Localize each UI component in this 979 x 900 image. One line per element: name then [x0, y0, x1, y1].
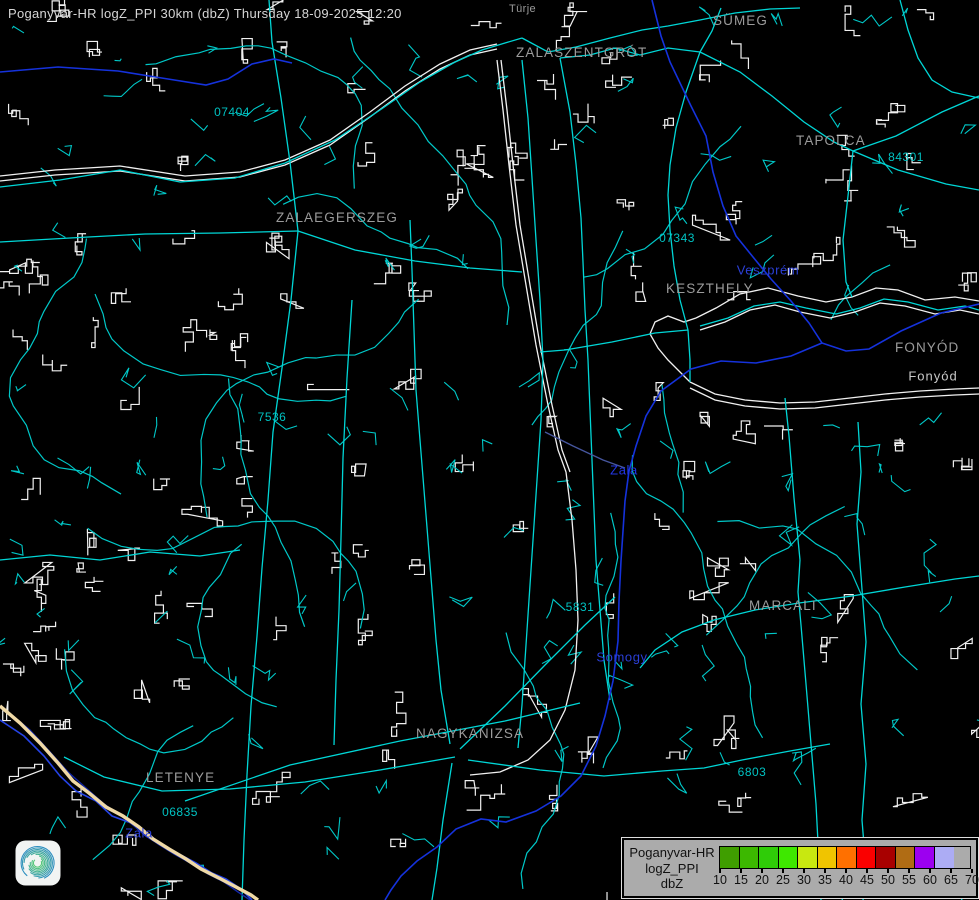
legend-color-scale: 10152025303540455055606570: [719, 846, 972, 891]
legend-panel: Poganyvar-HR logZ_PPI dbZ 10 15 20 25 30 35 40…: [622, 838, 978, 898]
legend-tick-label: 50: [881, 873, 895, 887]
road-label-6803: 6803: [738, 765, 767, 779]
city-label-tapolca: TAPOLCA: [796, 133, 866, 148]
city-label-letenye: LETENYE: [146, 770, 215, 785]
legend-line-unit: dbZ: [626, 876, 718, 892]
road-label-84301: 84301: [888, 150, 924, 164]
legend-swatch-65: [935, 847, 955, 868]
legend-swatch-50: [876, 847, 896, 868]
legend-tick-row: 10152025303540455055606570: [719, 869, 972, 891]
legend-swatch-55: [896, 847, 916, 868]
city-label-su-meg: SÜMEG: [713, 13, 768, 28]
legend-swatch-35: [818, 847, 838, 868]
legend-tick-label: 45: [860, 873, 874, 887]
legend-swatch-30: [798, 847, 818, 868]
city-label-marcali: MARCALI: [749, 598, 817, 613]
legend-tick-label: 20: [755, 873, 769, 887]
map-labels-layer: Türje ZALASZENTGRÓT SÜMEG TAPOLCA ZALAEGERSZ…: [0, 0, 979, 900]
legend-swatch-25: [779, 847, 799, 868]
city-label-zalaszentgro-t: ZALASZENTGRÓT: [516, 45, 647, 60]
legend-swatch-row: [719, 846, 971, 869]
legend-tick-label: 30: [797, 873, 811, 887]
road-label-07404: 07404: [214, 105, 250, 119]
legend-swatch-15: [740, 847, 760, 868]
legend-tick-label: 25: [776, 873, 790, 887]
legend-tick-label: 40: [839, 873, 853, 887]
legend-swatch-10: [720, 847, 740, 868]
road-label-7536: 7536: [258, 410, 287, 424]
legend-swatch-60: [915, 847, 935, 868]
legend-tick-label: 15: [734, 873, 748, 887]
city-label-fonyo-d: FONYÓD: [895, 340, 959, 355]
city-label-keszthely: KESZTHELY: [666, 281, 754, 296]
legend-line-product2: logZ_PPI: [626, 861, 718, 877]
city-label-zalaegerszeg: ZALAEGERSZEG: [276, 210, 398, 225]
county-label-veszpre-m: Veszprém: [737, 263, 800, 278]
legend-swatch-45: [857, 847, 877, 868]
legend-tick-label: 60: [923, 873, 937, 887]
county-label-somogy: Somogy: [596, 650, 647, 665]
city-label-nagykanizsa: NAGYKANIZSA: [416, 726, 524, 741]
legend-swatch-20: [759, 847, 779, 868]
legend-tick-label: 70: [965, 873, 979, 887]
county-label-zala: Zala: [610, 463, 638, 478]
legend-tick-label: 65: [944, 873, 958, 887]
legend-product-name: Poganyvar-HR logZ_PPI dbZ: [626, 845, 718, 892]
legend-swatch-40: [837, 847, 857, 868]
county-label-zala: Zala: [125, 826, 153, 841]
road-label-06835: 06835: [162, 805, 198, 819]
legend-tick-label: 35: [818, 873, 832, 887]
product-title: Poganyvar-HR logZ_PPI 30km (dbZ) Thursda…: [8, 6, 402, 21]
legend-tick-label: 55: [902, 873, 916, 887]
city-label-tu-rje: Türje: [509, 3, 536, 15]
road-label-5831: 5831: [566, 600, 595, 614]
hungaromet-logo: [15, 840, 61, 886]
legend-line-product: Poganyvar-HR: [626, 845, 718, 861]
radar-viewport: Türje ZALASZENTGRÓT SÜMEG TAPOLCA ZALAEGERSZ…: [0, 0, 979, 900]
spiral-logo-icon: [15, 840, 61, 886]
road-label-07343: 07343: [659, 231, 695, 245]
legend-tick-label: 10: [713, 873, 727, 887]
station-label-fonyo-d: Fonyód: [908, 369, 957, 384]
